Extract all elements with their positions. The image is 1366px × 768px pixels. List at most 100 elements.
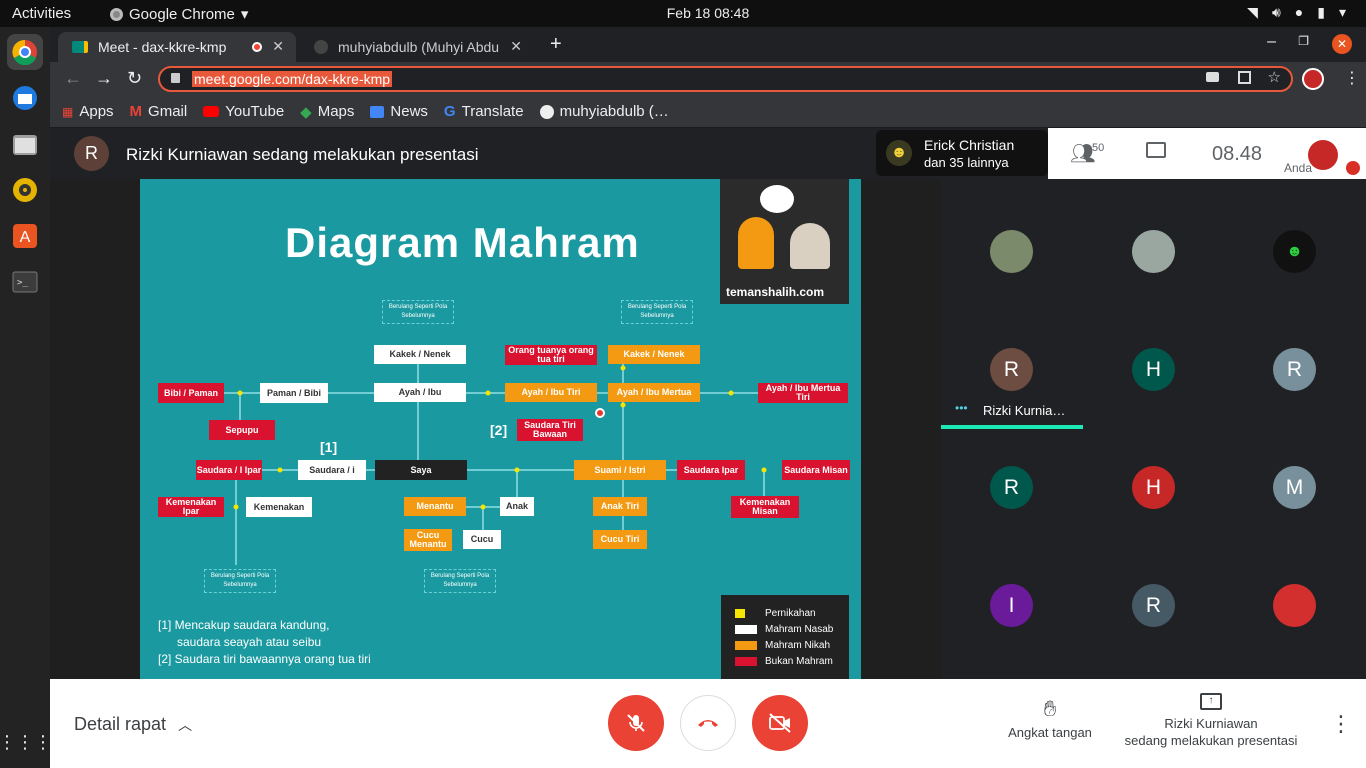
thunderbird-dock-icon[interactable] bbox=[7, 80, 43, 116]
repeat-note: Berulang Seperti Pola Sebelumnya bbox=[204, 569, 276, 593]
participant-tile-avatar[interactable]: ☻ bbox=[1273, 230, 1316, 273]
meeting-time: 08.48 bbox=[1212, 143, 1263, 165]
battery-icon: ▮ bbox=[1317, 4, 1325, 20]
minimize-icon[interactable]: – bbox=[1267, 33, 1276, 51]
box-ayah-ibu-tiri: Ayah / Ibu Tiri bbox=[505, 383, 597, 402]
rhythmbox-dock-icon[interactable] bbox=[7, 172, 43, 208]
close-window-icon[interactable]: ✕ bbox=[1332, 34, 1352, 54]
box-kemenakan: Kemenakan bbox=[246, 497, 312, 517]
tab-meet[interactable]: Meet - dax-kkre-kmp ✕ bbox=[58, 32, 296, 62]
repeat-note: Berulang Seperti Pola Sebelumnya bbox=[621, 300, 693, 324]
microphone-off-button[interactable] bbox=[608, 695, 664, 751]
participant-tile-avatar[interactable] bbox=[1273, 584, 1316, 627]
qr-code-icon[interactable] bbox=[1238, 71, 1251, 84]
leave-call-button[interactable] bbox=[680, 695, 736, 751]
bookmark-youtube[interactable]: YouTube bbox=[203, 103, 284, 120]
chat-icon[interactable] bbox=[1146, 142, 1166, 158]
new-tab-icon[interactable]: + bbox=[550, 33, 562, 56]
bookmark-apps[interactable]: ▦ Apps bbox=[62, 103, 114, 120]
camera-icon[interactable] bbox=[1206, 72, 1219, 82]
box-sepupu: Sepupu bbox=[209, 420, 275, 440]
maximize-icon[interactable]: ❐ bbox=[1298, 34, 1309, 48]
more-options-icon[interactable]: ⋮ bbox=[1330, 711, 1352, 737]
software-dock-icon[interactable]: A bbox=[7, 218, 43, 254]
footnotes: [1] Mencakup saudara kandung, saudara se… bbox=[158, 617, 371, 668]
participant-tile-avatar[interactable] bbox=[990, 230, 1033, 273]
reload-icon[interactable]: ↻ bbox=[127, 68, 142, 89]
present-label-line1: Rizki Kurniawan bbox=[1164, 716, 1258, 731]
legend-swatch bbox=[735, 608, 745, 618]
camera-off-button[interactable] bbox=[752, 695, 808, 751]
terminal-dock-icon[interactable]: >_ bbox=[7, 264, 43, 300]
box-ayah-ibu-mertua-tiri: Ayah / Ibu Mertua Tiri bbox=[758, 383, 848, 403]
self-muted-icon bbox=[1346, 161, 1360, 175]
participant-tile-avatar[interactable]: R bbox=[990, 348, 1033, 391]
forward-icon[interactable]: → bbox=[95, 68, 113, 89]
present-button[interactable]: ↑ Rizki Kurniawan sedang melakukan prese… bbox=[1116, 693, 1306, 748]
box-kemenakan-ipar: Kemenakan Ipar bbox=[158, 497, 224, 517]
profile-avatar[interactable] bbox=[1302, 68, 1324, 90]
bookmarks-bar: ▦ Apps M Gmail YouTube ◆ Maps News G Transla… bbox=[50, 96, 1366, 128]
volume-icon: 🔊︎ bbox=[1271, 4, 1281, 20]
news-icon bbox=[370, 105, 385, 118]
bookmark-star-icon[interactable]: ☆ bbox=[1268, 68, 1281, 86]
participant-tile-avatar[interactable]: R bbox=[990, 466, 1033, 509]
self-label: Anda bbox=[1284, 161, 1313, 175]
tab-strip: Meet - dax-kkre-kmp ✕ muhyiabdulb (Muhyi… bbox=[50, 27, 1366, 62]
presenter-avatar: R bbox=[74, 136, 109, 171]
wifi-icon: ◥ bbox=[1247, 4, 1258, 20]
bookmark-github[interactable]: muhyiabdulb (… bbox=[539, 103, 669, 120]
tab-github[interactable]: muhyiabdulb (Muhyi Abdu ✕ bbox=[300, 32, 530, 62]
notification-line2: dan 35 lainnya bbox=[924, 155, 1009, 170]
box-cucu-menantu: Cucu Menantu bbox=[404, 529, 452, 551]
bookmark-gmail[interactable]: M Gmail bbox=[130, 103, 188, 120]
notification-line1: Erick Christian bbox=[924, 137, 1015, 153]
meeting-details-label: Detail rapat bbox=[74, 714, 167, 734]
box-cucu-tiri: Cucu Tiri bbox=[593, 530, 647, 549]
meeting-controls: Detail rapat ︿ ✋︎ Angkat tangan ↑ Rizki … bbox=[50, 679, 1366, 768]
participant-tile-avatar[interactable]: H bbox=[1132, 348, 1175, 391]
clock[interactable]: Feb 18 08:48 bbox=[0, 5, 1366, 21]
raise-hand-button[interactable]: ✋︎ Angkat tangan bbox=[1000, 697, 1100, 741]
meeting-details-button[interactable]: Detail rapat ︿ bbox=[74, 714, 192, 735]
participant-tile-avatar[interactable]: I bbox=[990, 584, 1033, 627]
participant-tile-avatar[interactable]: R bbox=[1132, 584, 1175, 627]
present-label-line2: sedang melakukan presentasi bbox=[1124, 733, 1298, 748]
speaking-indicator-icon: ••• bbox=[955, 401, 968, 415]
participant-tile-avatar[interactable]: R bbox=[1273, 348, 1316, 391]
meet-favicon bbox=[72, 41, 88, 53]
close-tab-icon[interactable]: ✕ bbox=[272, 38, 284, 55]
legend-swatch bbox=[735, 640, 757, 650]
system-tray[interactable]: ◥ 🔊︎ ● ▮ ▾ bbox=[1247, 4, 1346, 21]
legend: Pernikahan Mahram Nasab Mahram Nikah Buk… bbox=[721, 595, 849, 680]
close-tab-icon[interactable]: ✕ bbox=[510, 38, 522, 55]
box-orang-tua-tiri: Orang tuanya orang tua tiri bbox=[505, 345, 597, 365]
browser-window: Meet - dax-kkre-kmp ✕ muhyiabdulb (Muhyi… bbox=[50, 27, 1366, 768]
more-menu-icon[interactable]: ⋮ bbox=[1344, 68, 1360, 88]
show-applications-icon[interactable]: ⋮⋮⋮ bbox=[0, 724, 52, 760]
box-kakek-nenek: Kakek / Nenek bbox=[374, 345, 466, 364]
bookmark-news[interactable]: News bbox=[370, 103, 428, 120]
meet-app: R Rizki Kurniawan sedang melakukan prese… bbox=[50, 128, 1366, 768]
hang-up-icon bbox=[698, 720, 718, 727]
svg-text:>_: >_ bbox=[17, 278, 28, 288]
box-suami-istri: Suami / Istri bbox=[574, 460, 666, 480]
files-dock-icon[interactable] bbox=[7, 126, 43, 162]
participant-tile-avatar[interactable] bbox=[1132, 230, 1175, 273]
active-speaker-name: Rizki Kurnia… bbox=[983, 403, 1066, 418]
legend-swatch bbox=[735, 656, 757, 666]
address-bar[interactable]: meet.google.com/dax-kkre-kmp ☆ bbox=[158, 66, 1293, 92]
browser-toolbar: ← → ↻ meet.google.com/dax-kkre-kmp ☆ ⋮ bbox=[50, 62, 1366, 96]
bookmark-translate[interactable]: G Translate bbox=[444, 103, 524, 120]
svg-text:A: A bbox=[20, 229, 31, 246]
participant-tile-avatar[interactable]: H bbox=[1132, 466, 1175, 509]
url-text[interactable]: meet.google.com/dax-kkre-kmp bbox=[192, 71, 393, 87]
back-icon[interactable]: ← bbox=[64, 68, 82, 89]
participant-tile-avatar[interactable]: M bbox=[1273, 466, 1316, 509]
box-anak-tiri: Anak Tiri bbox=[593, 497, 647, 516]
chrome-dock-icon[interactable] bbox=[7, 34, 43, 70]
bookmark-maps[interactable]: ◆ Maps bbox=[300, 103, 354, 121]
join-notification[interactable]: ☻ Erick Christian dan 35 lainnya bbox=[876, 130, 1048, 176]
legend-item: Mahram Nikah bbox=[735, 637, 849, 653]
lock-icon bbox=[171, 73, 180, 83]
